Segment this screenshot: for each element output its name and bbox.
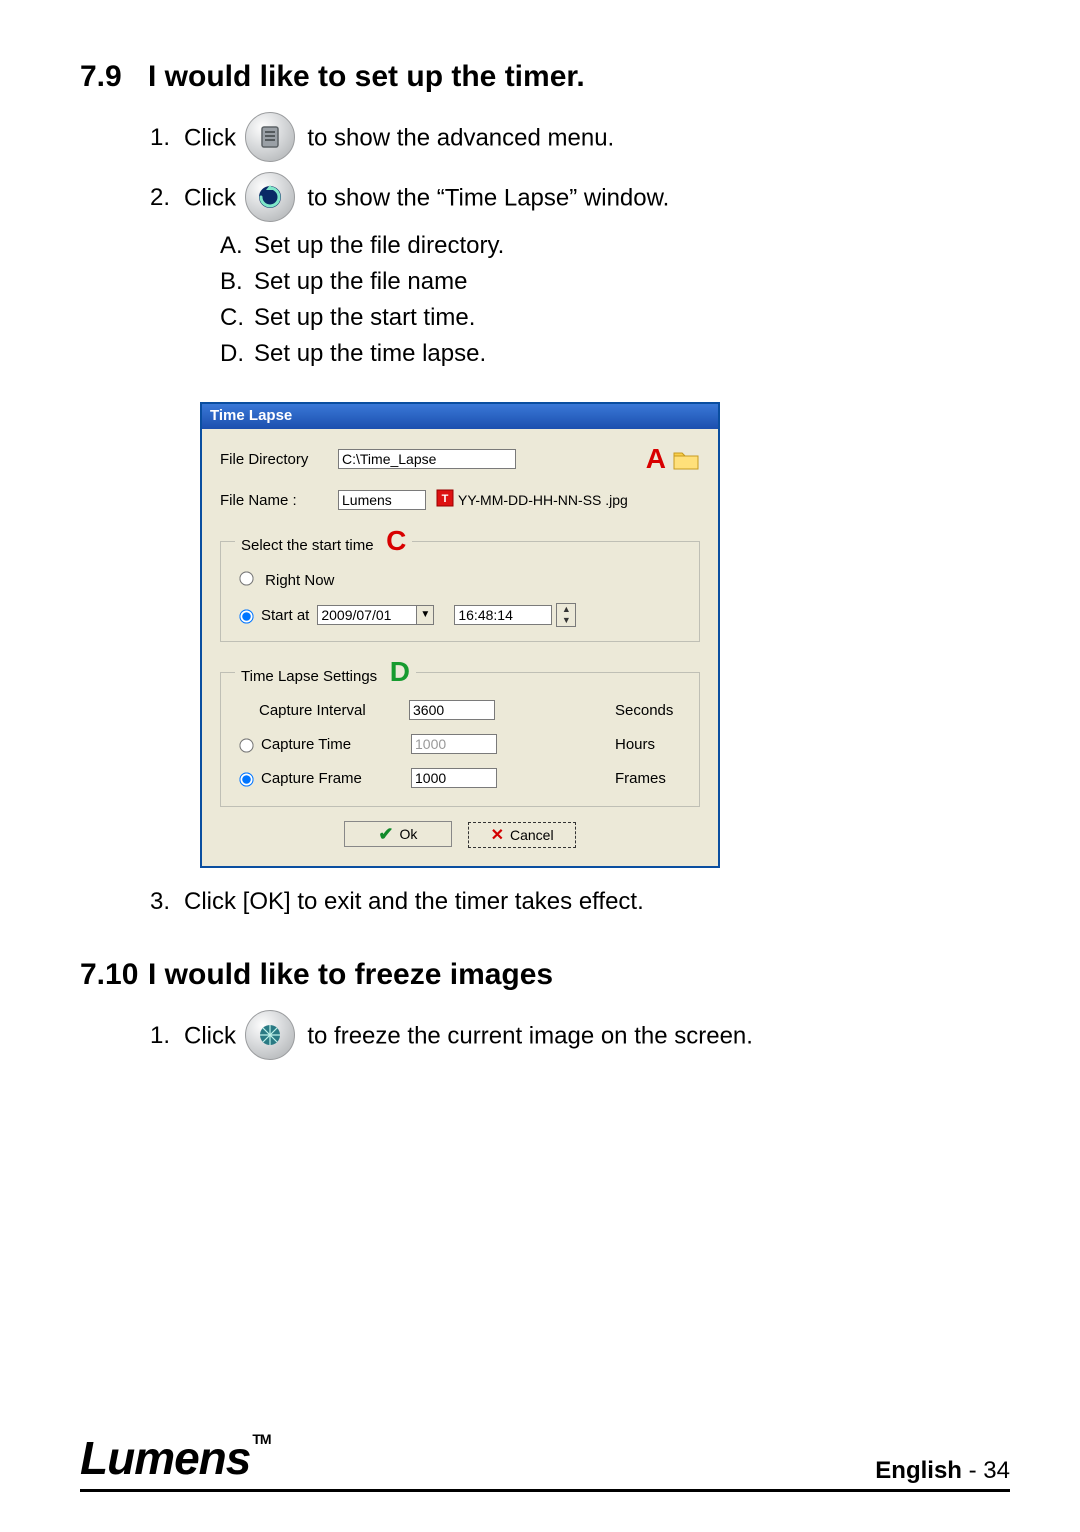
capture-time-label: Capture Time xyxy=(261,736,411,753)
section-7-9-title: I would like to set up the timer. xyxy=(148,60,585,93)
time-lapse-dialog: Time Lapse File Directory A File Name : … xyxy=(200,402,720,868)
svg-text:T: T xyxy=(442,493,449,505)
section-7-9-heading: 7.9I would like to set up the timer. xyxy=(80,60,1010,94)
brand-logo: LumensTM xyxy=(80,1431,271,1485)
capture-interval-input[interactable] xyxy=(409,700,495,720)
file-name-label: File Name : xyxy=(220,492,338,509)
start-at-label: Start at xyxy=(261,607,309,624)
dialog-titlebar: Time Lapse xyxy=(202,404,718,429)
right-now-radio[interactable] xyxy=(239,571,253,585)
substep-D: D.Set up the time lapse. xyxy=(220,336,1010,372)
advanced-menu-icon xyxy=(245,112,295,162)
capture-frame-label: Capture Frame xyxy=(261,770,411,787)
start-date-input[interactable] xyxy=(318,606,416,624)
step-7-10-1: 1.Click to freeze the current image on t… xyxy=(150,1010,1010,1064)
step-7-9-1: 1.Click to show the advanced menu. xyxy=(150,112,1010,166)
capture-time-input[interactable] xyxy=(411,734,497,754)
section-7-10-title: I would like to freeze images xyxy=(148,958,553,991)
file-directory-label: File Directory xyxy=(220,451,338,468)
page-footer: LumensTM English - 34 xyxy=(80,1431,1010,1492)
capture-time-radio[interactable] xyxy=(239,738,253,752)
callout-A: A xyxy=(646,443,666,475)
step-7-9-3: 3.Click [OK] to exit and the timer takes… xyxy=(80,882,1010,922)
callout-D: D xyxy=(390,656,410,687)
substep-C: C.Set up the start time. xyxy=(220,300,1010,336)
file-directory-input[interactable] xyxy=(338,449,516,469)
ok-button[interactable]: ✔Ok xyxy=(344,821,452,847)
capture-frame-input[interactable] xyxy=(411,768,497,788)
file-pattern-text: YY-MM-DD-HH-NN-SS .jpg xyxy=(458,492,628,508)
section-7-10-number: 7.10 xyxy=(80,958,148,992)
section-7-9-number: 7.9 xyxy=(80,60,148,94)
browse-folder-icon[interactable] xyxy=(672,447,700,471)
time-lapse-settings-group: Time Lapse Settings D Capture Interval S… xyxy=(220,656,700,807)
freeze-icon xyxy=(245,1010,295,1060)
start-time-legend: Select the start time xyxy=(241,537,374,554)
start-at-radio[interactable] xyxy=(239,609,253,623)
right-now-label: Right Now xyxy=(265,572,334,589)
file-name-input[interactable] xyxy=(338,490,426,510)
time-lapse-icon xyxy=(245,172,295,222)
step-7-9-2: 2.Click to show the “Time Lapse” window.… xyxy=(150,172,1010,372)
cancel-button[interactable]: ✕Cancel xyxy=(468,822,576,848)
substep-A: A.Set up the file directory. xyxy=(220,228,1010,264)
date-dropdown-icon[interactable]: ▼ xyxy=(416,606,433,624)
time-spinner[interactable]: ▲▼ xyxy=(556,603,576,627)
capture-frame-radio[interactable] xyxy=(239,772,253,786)
capture-interval-label: Capture Interval xyxy=(259,702,409,719)
frames-label: Frames xyxy=(615,770,685,787)
pattern-icon: T xyxy=(436,489,454,511)
section-7-10-heading: 7.10I would like to freeze images xyxy=(80,958,1010,992)
page-indicator: English - 34 xyxy=(875,1457,1010,1485)
hours-label: Hours xyxy=(615,736,685,753)
time-lapse-legend: Time Lapse Settings xyxy=(241,668,377,685)
substep-B: B.Set up the file name xyxy=(220,264,1010,300)
start-time-group: Select the start time C Right Now Start … xyxy=(220,525,700,642)
seconds-label: Seconds xyxy=(615,702,685,719)
start-time-input[interactable] xyxy=(454,605,552,625)
callout-C: C xyxy=(386,525,406,556)
